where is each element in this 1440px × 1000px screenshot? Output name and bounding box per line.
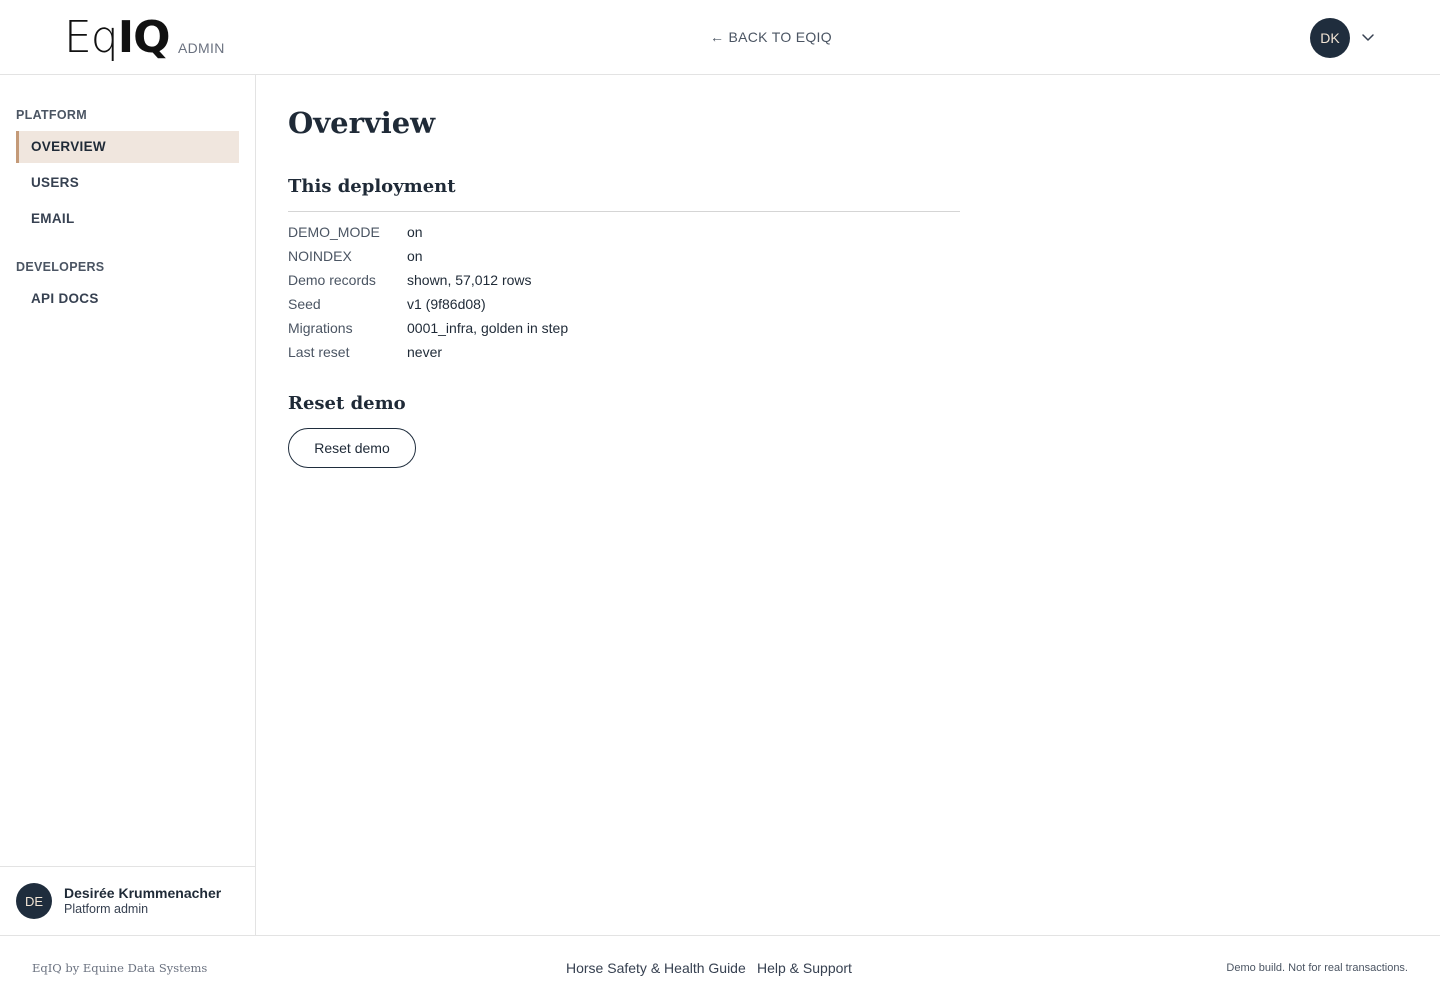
logo-text-bold: IQ: [117, 12, 171, 63]
reset-demo-button[interactable]: Reset demo: [288, 428, 416, 468]
row-value: v1 (9f86d08): [407, 296, 486, 312]
row-value: never: [407, 344, 443, 360]
footer-link-safety-guide[interactable]: Horse Safety & Health Guide: [566, 960, 746, 976]
footer: EqIQ by Equine Data Systems Horse Safety…: [0, 935, 1440, 1000]
sidebar-item-api-docs[interactable]: API DOCS: [16, 283, 239, 315]
eqiq-logo[interactable]: Eq IQ: [64, 12, 171, 66]
avatar: DE: [16, 883, 52, 919]
section-divider: [288, 211, 960, 212]
admin-tag: ADMIN: [178, 40, 225, 56]
row-value: on: [407, 248, 423, 264]
row-key: Last reset: [288, 344, 350, 360]
page-title: Overview: [288, 106, 436, 140]
row-value: 0001_infra, golden in step: [407, 320, 569, 336]
deployment-heading: This deployment: [288, 176, 456, 197]
sidebar-section-platform: PLATFORM: [16, 108, 87, 122]
row-value: on: [407, 224, 423, 240]
sidebar-section-developers: DEVELOPERS: [16, 260, 105, 274]
deployment-row: Seed v1 (9f86d08): [288, 292, 960, 316]
sidebar-item-email[interactable]: EMAIL: [16, 203, 239, 235]
chevron-down-icon[interactable]: [1360, 29, 1376, 45]
footer-link-help-support[interactable]: Help & Support: [757, 960, 852, 976]
back-to-eqiq-link[interactable]: ← BACK TO EQIQ: [710, 29, 832, 45]
deployment-row: NOINDEX on: [288, 244, 960, 268]
row-key: NOINDEX: [288, 248, 352, 264]
top-header: Eq IQ ADMIN ← BACK TO EQIQ DK: [0, 0, 1440, 75]
row-key: Migrations: [288, 320, 353, 336]
user-role: Platform admin: [64, 902, 149, 916]
deployment-row: Demo records shown, 57,012 rows: [288, 268, 960, 292]
row-value: shown, 57,012 rows: [407, 272, 532, 288]
reset-demo-heading: Reset demo: [288, 393, 406, 414]
footer-demo-note: Demo build. Not for real transactions.: [1226, 962, 1408, 974]
row-key: Seed: [288, 296, 321, 312]
deployment-row: Migrations 0001_infra, golden in step: [288, 316, 960, 340]
sidebar: PLATFORM OVERVIEW USERS EMAIL DEVELOPERS…: [0, 75, 256, 936]
deployment-row: Last reset never: [288, 340, 960, 364]
user-name: Desirée Krummenacher: [64, 885, 222, 901]
sidebar-item-users[interactable]: USERS: [16, 167, 239, 199]
row-key: DEMO_MODE: [288, 224, 380, 240]
footer-brand: EqIQ by Equine Data Systems: [32, 961, 208, 975]
row-key: Demo records: [288, 272, 376, 288]
user-avatar[interactable]: DK: [1310, 18, 1350, 58]
logo-text-light: Eq: [64, 12, 119, 63]
sidebar-user-card: DE Desirée Krummenacher Platform admin: [0, 866, 255, 936]
deployment-row: DEMO_MODE on: [288, 220, 960, 244]
sidebar-item-overview[interactable]: OVERVIEW: [16, 131, 239, 163]
